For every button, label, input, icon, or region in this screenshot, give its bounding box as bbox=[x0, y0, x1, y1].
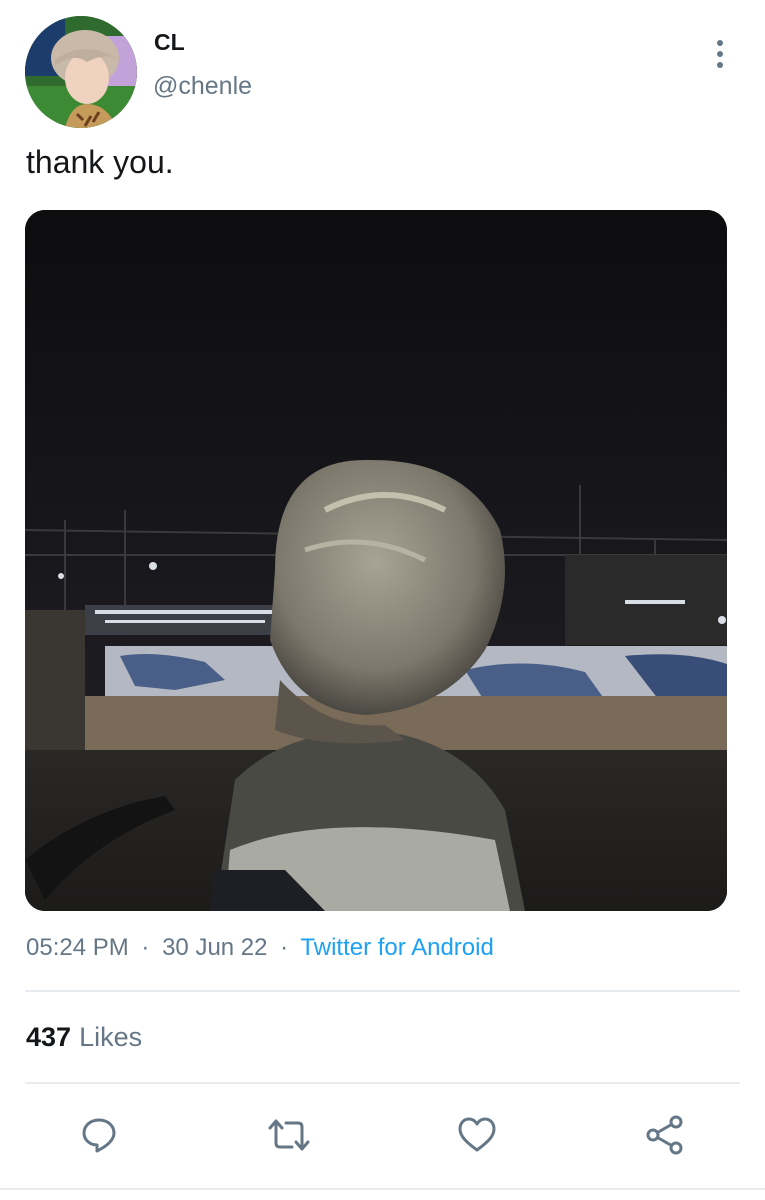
divider bbox=[25, 1082, 740, 1084]
likes-count: 437 bbox=[26, 1022, 72, 1052]
tweet-meta: 05:24 PM · 30 Jun 22 · Twitter for Andro… bbox=[26, 934, 494, 962]
heart-icon bbox=[458, 1117, 496, 1152]
more-options-icon-dot bbox=[717, 62, 723, 68]
meta-separator: · bbox=[141, 934, 150, 961]
tweet-detail: CL @chenle thank you. 05:24 PM · 30 Jun … bbox=[0, 0, 765, 1200]
likes-label: Likes bbox=[79, 1022, 143, 1052]
avatar[interactable] bbox=[25, 16, 137, 128]
retweet-button[interactable] bbox=[264, 1110, 314, 1160]
comment-icon bbox=[82, 1118, 116, 1153]
retweet-icon bbox=[268, 1119, 310, 1151]
display-name[interactable]: CL bbox=[154, 29, 185, 56]
likes-stat[interactable]: 437 Likes bbox=[26, 1022, 142, 1053]
avatar-image bbox=[25, 16, 137, 128]
meta-separator-source: · bbox=[280, 934, 289, 961]
more-options-icon-dot bbox=[717, 51, 723, 57]
like-button[interactable] bbox=[452, 1110, 502, 1160]
share-icon bbox=[646, 1115, 683, 1155]
more-options-button[interactable] bbox=[700, 32, 740, 76]
tweet-date[interactable]: 30 Jun 22 bbox=[162, 934, 267, 961]
photo-night-scene bbox=[25, 210, 727, 911]
action-bar bbox=[0, 1110, 765, 1160]
share-button[interactable] bbox=[640, 1110, 690, 1160]
tweet-source-link[interactable]: Twitter for Android bbox=[300, 934, 493, 961]
tweet-time[interactable]: 05:24 PM bbox=[26, 934, 129, 961]
tweet-text: thank you. bbox=[26, 144, 174, 180]
reply-button[interactable] bbox=[74, 1110, 124, 1160]
divider bbox=[25, 990, 740, 992]
more-options-icon bbox=[717, 40, 723, 46]
bottom-divider bbox=[0, 1188, 765, 1190]
user-handle[interactable]: @chenle bbox=[153, 72, 252, 101]
tweet-photo[interactable] bbox=[25, 210, 727, 911]
